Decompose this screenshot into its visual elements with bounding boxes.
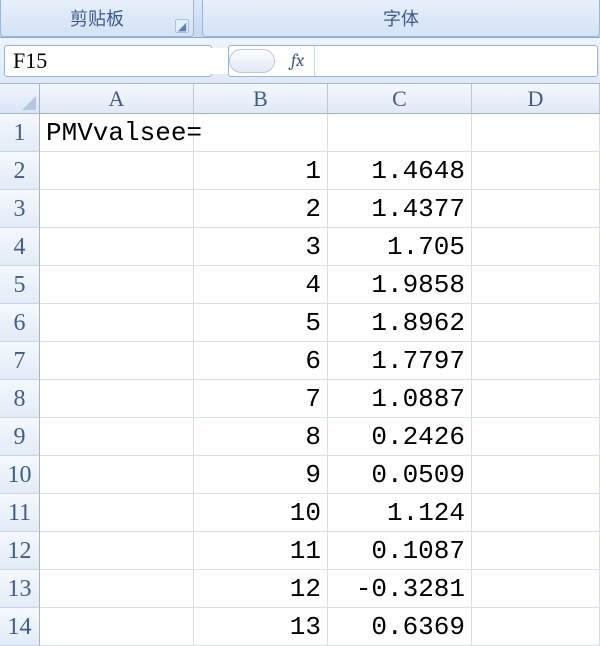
cell[interactable]	[472, 380, 600, 418]
cell[interactable]	[40, 190, 194, 228]
cell[interactable]	[472, 190, 600, 228]
col-header-A[interactable]: A	[40, 84, 194, 114]
cell[interactable]: 1.4648	[328, 152, 472, 190]
cell[interactable]	[472, 532, 600, 570]
row-header[interactable]: 9	[0, 418, 40, 456]
cell[interactable]	[472, 494, 600, 532]
select-all-corner[interactable]	[0, 84, 40, 114]
row-header[interactable]: 3	[0, 190, 40, 228]
cell[interactable]: 8	[194, 418, 328, 456]
cell[interactable]	[472, 342, 600, 380]
cell[interactable]: 3	[194, 228, 328, 266]
cell[interactable]	[472, 608, 600, 646]
cell[interactable]	[472, 152, 600, 190]
cell[interactable]	[40, 342, 194, 380]
cell[interactable]: 11	[194, 532, 328, 570]
formula-bar: fx	[228, 45, 598, 77]
row-header[interactable]: 11	[0, 494, 40, 532]
cell[interactable]: 1.4377	[328, 190, 472, 228]
row-header[interactable]: 6	[0, 304, 40, 342]
col-header-B[interactable]: B	[194, 84, 328, 114]
row-header[interactable]: 5	[0, 266, 40, 304]
cell[interactable]	[40, 570, 194, 608]
row-header[interactable]: 7	[0, 342, 40, 380]
cell[interactable]: 7	[194, 380, 328, 418]
row-header[interactable]: 14	[0, 608, 40, 646]
col-header-D[interactable]: D	[472, 84, 600, 114]
dialog-launcher-icon[interactable]: ◢	[175, 19, 189, 33]
cell[interactable]	[40, 266, 194, 304]
cell[interactable]: -0.3281	[328, 570, 472, 608]
cell[interactable]: 1.705	[328, 228, 472, 266]
ribbon: 剪贴板 ◢ 字体	[0, 0, 600, 38]
row-header[interactable]: 12	[0, 532, 40, 570]
ribbon-group-font-label: 字体	[383, 5, 419, 31]
cell[interactable]: 2	[194, 190, 328, 228]
cell[interactable]: 1.0887	[328, 380, 472, 418]
row-header[interactable]: 4	[0, 228, 40, 266]
ribbon-group-font: 字体	[202, 0, 600, 37]
cell[interactable]: PMVvalsee=	[40, 114, 194, 152]
cell[interactable]	[472, 266, 600, 304]
cell[interactable]: 9	[194, 456, 328, 494]
cell[interactable]: 10	[194, 494, 328, 532]
cell[interactable]: 13	[194, 608, 328, 646]
cell[interactable]: 0.1087	[328, 532, 472, 570]
cell[interactable]: 1.8962	[328, 304, 472, 342]
fx-icon[interactable]: fx	[281, 46, 315, 76]
row-header[interactable]: 1	[0, 114, 40, 152]
ribbon-group-clipboard-label: 剪贴板	[70, 5, 124, 31]
cell[interactable]	[40, 494, 194, 532]
cell[interactable]	[40, 304, 194, 342]
row-header[interactable]: 8	[0, 380, 40, 418]
cell[interactable]	[328, 114, 472, 152]
spreadsheet-grid[interactable]: A B C D 1PMVvalsee=211.4648321.4377431.7…	[0, 84, 600, 646]
cell[interactable]	[40, 456, 194, 494]
cell[interactable]: 1.9858	[328, 266, 472, 304]
row-header[interactable]: 10	[0, 456, 40, 494]
cell[interactable]: 0.0509	[328, 456, 472, 494]
cell[interactable]: 4	[194, 266, 328, 304]
name-box[interactable]	[4, 45, 212, 77]
cell[interactable]	[472, 570, 600, 608]
cell[interactable]	[472, 114, 600, 152]
ribbon-group-clipboard: 剪贴板 ◢	[0, 0, 194, 37]
cell[interactable]: 1	[194, 152, 328, 190]
cell[interactable]	[40, 152, 194, 190]
cell[interactable]: 1.124	[328, 494, 472, 532]
formula-input[interactable]	[315, 48, 597, 74]
cell[interactable]	[472, 228, 600, 266]
cell[interactable]: 5	[194, 304, 328, 342]
cell[interactable]: 6	[194, 342, 328, 380]
cancel-enter-oval-icon	[229, 49, 275, 73]
row-header[interactable]: 13	[0, 570, 40, 608]
cell[interactable]: 0.2426	[328, 418, 472, 456]
cell[interactable]	[472, 304, 600, 342]
cell[interactable]	[40, 418, 194, 456]
col-header-C[interactable]: C	[328, 84, 472, 114]
cell[interactable]	[194, 114, 328, 152]
row-header[interactable]: 2	[0, 152, 40, 190]
cell[interactable]	[40, 380, 194, 418]
formula-bar-row: fx	[0, 38, 600, 84]
cell[interactable]: 12	[194, 570, 328, 608]
cell[interactable]	[40, 228, 194, 266]
cell[interactable]: 1.7797	[328, 342, 472, 380]
cell[interactable]	[40, 608, 194, 646]
cell[interactable]	[40, 532, 194, 570]
cell[interactable]	[472, 418, 600, 456]
cell[interactable]	[472, 456, 600, 494]
cell[interactable]: 0.6369	[328, 608, 472, 646]
